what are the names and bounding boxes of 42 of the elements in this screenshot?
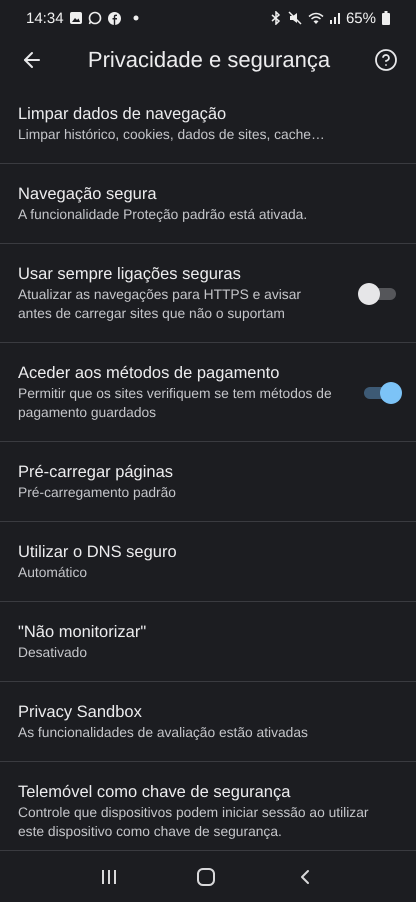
setting-description: Controle que dispositivos podem iniciar sessão ao utilizar este dispositivo como chave de segurança. — [18, 804, 370, 841]
setting-item[interactable]: Usar sempre ligações seguras Atualizar as navegações para HTTPS e avisar antes de carregar sites que não o suportam — [0, 244, 416, 343]
setting-description: As funcionalidades de avaliação estão ativadas — [18, 724, 309, 742]
setting-title: Navegação segura — [18, 184, 158, 205]
setting-description: Desativado — [18, 644, 88, 662]
setting-description: A funcionalidade Proteção padrão está ativada. — [18, 206, 308, 224]
setting-item[interactable]: Telemóvel como chave de segurança Controle que dispositivos podem iniciar sessão ao utilizar este dispositivo como chave de segurança. — [0, 762, 416, 845]
clock: 14:34 — [26, 10, 64, 26]
setting-item[interactable]: Utilizar o DNS seguro Automático — [0, 522, 416, 602]
wifi-icon — [308, 12, 324, 24]
setting-description: Pré-carregamento padrão — [18, 484, 177, 502]
setting-item[interactable]: "Não monitorizar" Desativado — [0, 602, 416, 682]
setting-item[interactable]: Navegação segura A funcionalidade Proteção padrão está ativada. — [0, 164, 416, 244]
setting-item[interactable]: Pré-carregar páginas Pré-carregamento padrão — [0, 442, 416, 522]
signal-icon — [330, 12, 340, 24]
bluetooth-icon — [270, 11, 282, 25]
setting-item[interactable]: Limpar dados de navegação Limpar histórico, cookies, dados de sites, cache… — [0, 84, 416, 164]
setting-title: "Não monitorizar" — [18, 622, 148, 643]
page-title: Privacidade e segurança — [86, 47, 332, 73]
setting-item[interactable]: Privacy Sandbox As funcionalidades de avaliação estão ativadas — [0, 682, 416, 762]
setting-title: Utilizar o DNS seguro — [18, 542, 178, 563]
setting-item[interactable]: Aceder aos métodos de pagamento Permitir que os sites verifiquem se tem métodos de pagamento guardados — [0, 343, 416, 442]
setting-title: Aceder aos métodos de pagamento — [18, 363, 280, 384]
battery-percentage: 65% — [346, 10, 376, 26]
setting-description: Atualizar as navegações para HTTPS e avisar antes de carregar sites que não o suportam — [18, 286, 302, 323]
notification-dot-icon — [132, 15, 139, 21]
setting-title: Limpar dados de navegação — [18, 104, 228, 125]
setting-title: Privacy Sandbox — [18, 702, 143, 723]
social-icon — [108, 12, 121, 24]
mute-icon — [288, 11, 302, 25]
home-icon — [196, 866, 216, 886]
setting-description: Limpar histórico, cookies, dados de sites, cache… — [18, 126, 326, 144]
setting-title: Telemóvel como chave de segurança — [18, 782, 292, 803]
help-button[interactable] — [372, 46, 400, 74]
chat-icon — [88, 11, 102, 25]
setting-description: Automático — [18, 564, 88, 582]
battery-icon — [382, 11, 390, 25]
setting-title: Pré-carregar páginas — [18, 462, 174, 483]
help-icon — [374, 48, 398, 72]
gallery-icon — [70, 12, 82, 24]
setting-description: Permitir que os sites verifiquem se tem métodos de pagamento guardados — [18, 385, 332, 422]
setting-title: Usar sempre ligações seguras — [18, 264, 242, 285]
